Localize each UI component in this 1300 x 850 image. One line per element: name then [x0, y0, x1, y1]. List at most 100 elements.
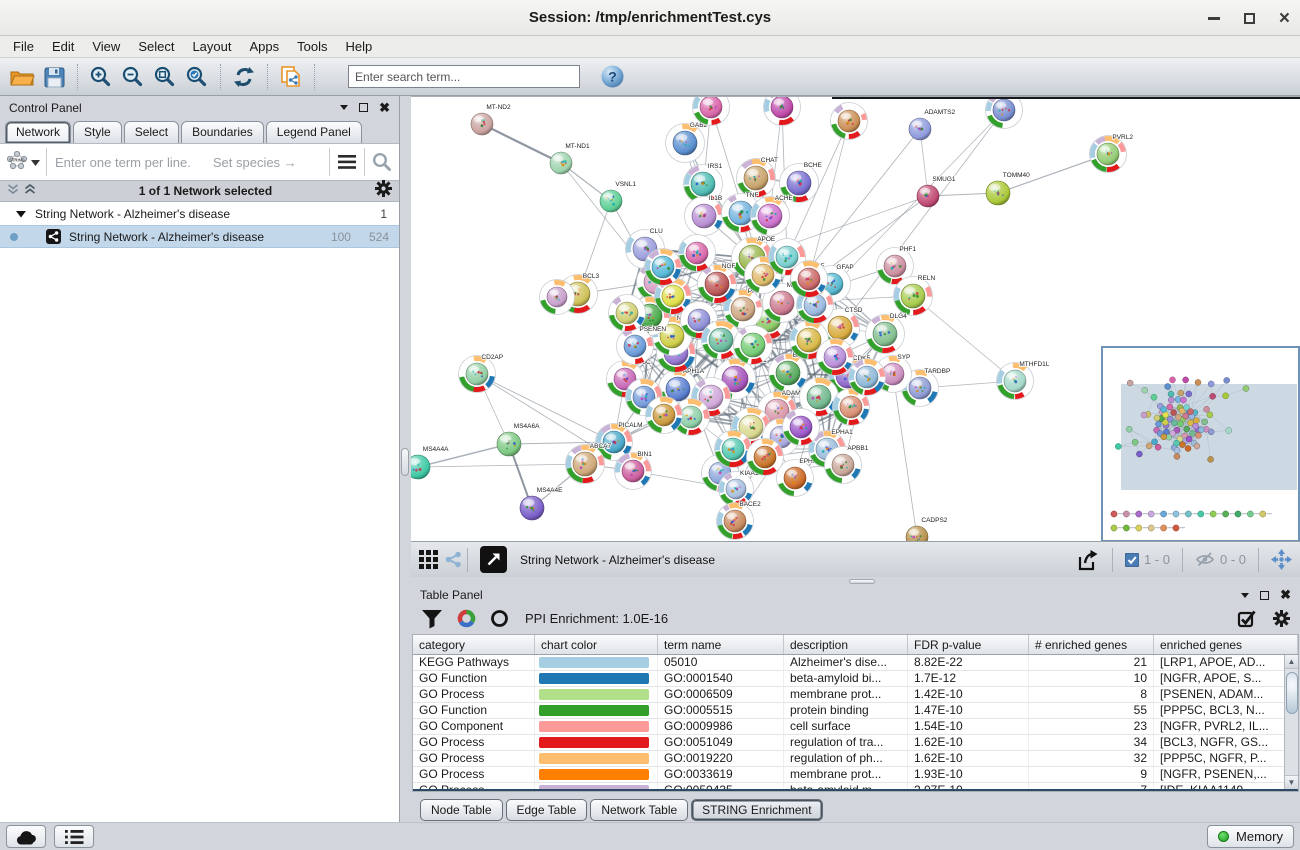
tab-select[interactable]: Select — [124, 121, 179, 143]
zoom-in-button[interactable] — [85, 62, 117, 92]
tab-edge-table[interactable]: Edge Table — [506, 799, 588, 821]
network-collection-row[interactable]: String Network - Alzheimer's disease 1 — [0, 202, 399, 225]
menu-apps[interactable]: Apps — [241, 37, 289, 56]
column-header-fdr-p-value[interactable]: FDR p-value — [908, 635, 1029, 654]
expand-all-icon[interactable] — [24, 182, 36, 200]
export-network-icon[interactable] — [1076, 549, 1100, 571]
tab-boundaries[interactable]: Boundaries — [181, 121, 264, 143]
table-row[interactable]: KEGG Pathways05010Alzheimer's dise...8.8… — [413, 655, 1284, 671]
tab-network-table[interactable]: Network Table — [590, 799, 688, 821]
collapse-triangle-icon[interactable] — [16, 207, 26, 221]
network-canvas[interactable]: MT-ND2MT-ND1VSNL1GAB2IRS1CHATBCHEIL1BTNF… — [411, 96, 1300, 541]
tab-legend-panel[interactable]: Legend Panel — [266, 121, 362, 143]
network-node[interactable] — [791, 261, 828, 298]
float-panel-icon[interactable] — [340, 105, 348, 110]
network-node-il1b[interactable]: IL1B — [685, 195, 724, 236]
network-node[interactable] — [849, 359, 886, 396]
table-settings-gear-icon[interactable] — [1273, 610, 1290, 627]
network-node[interactable] — [831, 103, 868, 140]
float-panel-icon[interactable] — [1241, 593, 1249, 598]
network-node[interactable] — [715, 431, 752, 468]
column-header--enriched-genes[interactable]: # enriched genes — [1029, 635, 1154, 654]
table-row[interactable]: GO ProcessGO:0050435beta-amyloid m...2.0… — [413, 783, 1284, 791]
network-node-gab2[interactable]: GAB2 — [666, 122, 708, 163]
select-rows-icon[interactable] — [1237, 609, 1257, 628]
network-node-mt-nd1[interactable]: MT-ND1 — [550, 143, 590, 174]
network-node-ache[interactable]: ACHE — [751, 195, 794, 236]
network-node-epha5[interactable]: EPHA5 — [777, 458, 822, 497]
network-node-mthfd1l[interactable]: MTHFD1L — [997, 361, 1050, 400]
network-node[interactable] — [609, 295, 646, 332]
horizontal-splitter[interactable] — [411, 577, 1300, 585]
detach-view-button[interactable] — [480, 546, 507, 573]
network-node-apbb1[interactable]: APBB1 — [825, 445, 869, 484]
close-panel-icon[interactable]: ✖ — [379, 103, 390, 113]
maximize-panel-icon[interactable] — [359, 103, 368, 112]
table-row[interactable]: GO ProcessGO:0051049regulation of tra...… — [413, 735, 1284, 751]
string-database-selector[interactable]: STRING — [0, 150, 46, 175]
network-node-bace2[interactable]: BACE2 — [717, 501, 762, 540]
maximize-panel-icon[interactable] — [1260, 591, 1269, 600]
menu-view[interactable]: View — [83, 37, 129, 56]
zoom-fit-button[interactable] — [149, 62, 181, 92]
search-input[interactable] — [348, 65, 580, 88]
collapse-all-icon[interactable] — [7, 182, 19, 200]
menu-help[interactable]: Help — [337, 37, 382, 56]
network-node[interactable] — [540, 280, 575, 315]
network-row[interactable]: String Network - Alzheimer's disease 100… — [0, 225, 399, 248]
network-options-gear-icon[interactable] — [375, 180, 392, 202]
splitter-grip[interactable] — [849, 579, 875, 584]
network-node[interactable] — [783, 409, 820, 446]
network-node[interactable] — [645, 249, 682, 286]
string-search-button[interactable] — [365, 152, 399, 172]
save-session-button[interactable] — [38, 62, 70, 92]
menu-file[interactable]: File — [4, 37, 43, 56]
zoom-selected-button[interactable] — [181, 62, 213, 92]
tab-style[interactable]: Style — [73, 121, 122, 143]
maximize-icon[interactable] — [1244, 13, 1255, 24]
network-node-ms4a6a[interactable]: MS4A6A — [497, 423, 540, 456]
network-node-pvrl2[interactable]: PVRL2 — [1090, 134, 1134, 173]
birdseye-view[interactable] — [1101, 346, 1300, 541]
refresh-button[interactable] — [228, 62, 260, 92]
menu-tools[interactable]: Tools — [288, 37, 336, 56]
network-node[interactable] — [764, 97, 801, 126]
scroll-up-icon[interactable]: ▲ — [1285, 655, 1299, 669]
string-query-input[interactable]: Enter one term per line. — [55, 155, 191, 170]
tab-node-table[interactable]: Node Table — [420, 799, 503, 821]
scroll-down-icon[interactable]: ▼ — [1285, 775, 1299, 789]
network-node-vsnl1[interactable]: VSNL1 — [600, 181, 636, 212]
network-node[interactable] — [679, 235, 716, 272]
network-node-cd2ap[interactable]: CD2AP — [459, 354, 504, 393]
table-row[interactable]: GO ComponentGO:0009986cell surface1.54E-… — [413, 719, 1284, 735]
close-panel-icon[interactable]: ✖ — [1280, 590, 1291, 600]
network-node-abca7[interactable]: ABCA7 — [566, 443, 612, 484]
network-node-mt-nd2[interactable]: MT-ND2 — [471, 104, 511, 135]
network-node-tomm40[interactable]: TOMM40 — [986, 172, 1030, 205]
table-row[interactable]: GO ProcessGO:0033619membrane prot...1.93… — [413, 767, 1284, 783]
copy-network-button[interactable] — [275, 62, 307, 92]
table-row[interactable]: GO FunctionGO:0001540beta-amyloid bi...1… — [413, 671, 1284, 687]
table-row[interactable]: GO FunctionGO:0005515protein binding1.47… — [413, 703, 1284, 719]
network-node[interactable] — [646, 397, 683, 434]
table-row[interactable]: GO ProcessGO:0019220regulation of ph...1… — [413, 751, 1284, 767]
minimize-icon[interactable] — [1208, 17, 1220, 20]
table-scrollbar[interactable]: ▲ ▼ — [1284, 655, 1298, 789]
species-hint[interactable]: Set species → — [213, 155, 297, 170]
grid-view-icon[interactable] — [419, 550, 438, 569]
open-session-button[interactable] — [6, 62, 38, 92]
cloud-status-button[interactable] — [6, 825, 46, 848]
close-icon[interactable]: × — [1279, 9, 1290, 28]
scrollbar-thumb[interactable] — [1286, 672, 1298, 714]
network-node-adamts2[interactable]: ADAMTS2 — [909, 109, 955, 140]
string-options-button[interactable] — [330, 155, 364, 169]
network-node[interactable] — [817, 339, 854, 376]
menu-edit[interactable]: Edit — [43, 37, 83, 56]
draw-charts-icon[interactable] — [457, 609, 476, 628]
network-node[interactable] — [747, 439, 784, 476]
help-button[interactable]: ? — [596, 62, 628, 92]
reset-charts-icon[interactable] — [490, 609, 509, 628]
network-node-ms4a4a[interactable]: MS4A4A — [411, 446, 449, 479]
network-node-smug1[interactable]: SMUG1 — [917, 176, 956, 207]
birdseye-toggle-icon[interactable] — [1271, 549, 1292, 570]
